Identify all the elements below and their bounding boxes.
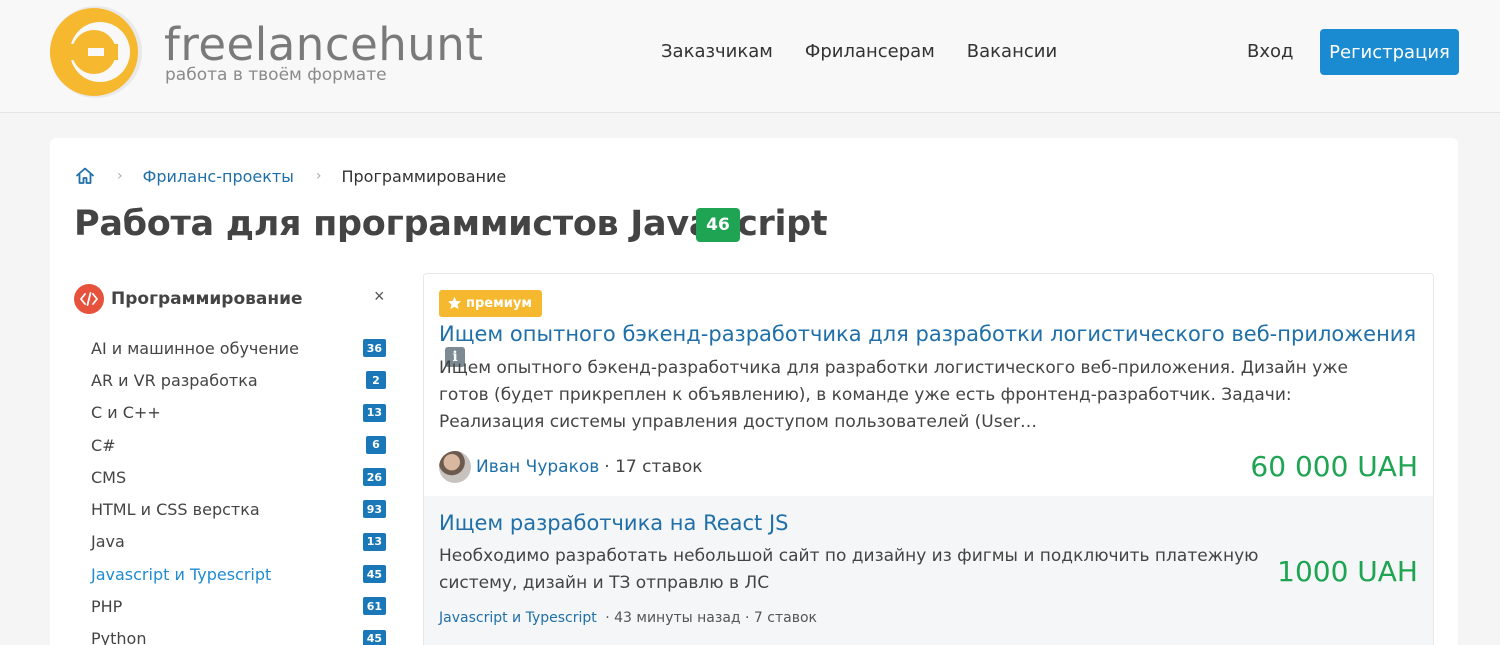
logo-tagline: работа в твоём формате	[165, 65, 387, 85]
avatar[interactable]	[439, 451, 471, 483]
subcategory-count: 93	[362, 500, 386, 519]
subcategory-item: PHP 61	[74, 590, 394, 622]
subcategory-link[interactable]: PHP	[91, 597, 122, 616]
project-author: Иван Чураков · 17 ставок	[439, 451, 703, 483]
project-list: премиум Ищем опытного бэкенд-разработчик…	[423, 273, 1434, 645]
star-icon	[448, 296, 461, 310]
subcategory-link[interactable]: HTML и CSS верстка	[91, 500, 260, 519]
subcategory-item: AI и машинное обучение 36	[74, 332, 394, 364]
category-title: Программирование	[111, 289, 303, 309]
subcategory-count: 45	[362, 629, 386, 645]
subcategory-count: 13	[362, 403, 386, 422]
breadcrumb: › Фриланс-проекты › Программирование	[75, 166, 506, 186]
header: freelancehunt работа в твоём формате Зак…	[0, 0, 1500, 113]
home-icon[interactable]	[75, 166, 95, 186]
project-title[interactable]: Ищем разработчика на React JS	[439, 511, 789, 535]
subcategory-count: 2	[366, 371, 386, 390]
subcategory-count: 13	[362, 532, 386, 551]
category-sidebar: Программирование × AI и машинное обучени…	[74, 284, 394, 645]
project-card: премиум Ищем опытного бэкенд-разработчик…	[424, 274, 1433, 496]
subcategory-count: 36	[362, 339, 386, 357]
subcategory-list: AI и машинное обучение 36 AR и VR разрабо…	[74, 332, 394, 645]
project-price: 60 000 UAH	[1250, 450, 1418, 483]
subcategory-count: 61	[362, 597, 386, 616]
nav-clients[interactable]: Заказчикам	[661, 41, 773, 62]
project-count-badge: 46	[696, 208, 740, 242]
main-card: › Фриланс-проекты › Программирование Раб…	[50, 138, 1458, 645]
premium-label: премиум	[466, 296, 532, 311]
close-icon[interactable]: ×	[374, 286, 385, 307]
logo[interactable]: freelancehunt работа в твоём формате	[48, 4, 483, 104]
subcategory-link[interactable]: Javascript и Typescript	[91, 565, 271, 584]
subcategory-link[interactable]: C и C++	[91, 403, 161, 422]
subcategory-link[interactable]: AI и машинное обучение	[91, 339, 299, 358]
subcategory-link[interactable]: C#	[91, 436, 116, 455]
project-card: Ищем разработчика на React JS Необходимо…	[424, 496, 1433, 645]
subcategory-count: 6	[366, 435, 386, 454]
nav-vacancies[interactable]: Вакансии	[967, 41, 1057, 62]
logo-name: freelancehunt	[164, 18, 484, 71]
main-nav: Заказчикам Фрилансерам Вакансии	[661, 41, 1057, 62]
subcategory-link[interactable]: CMS	[91, 468, 126, 487]
project-price: 1000 UAH	[1277, 555, 1418, 588]
project-description: Ищем опытного бэкенд-разработчика для ра…	[439, 358, 1348, 432]
subcategory-item: Python 45	[74, 623, 394, 645]
subcategory-count: 26	[362, 468, 386, 487]
subcategory-link[interactable]: AR и VR разработка	[91, 371, 258, 390]
login-link[interactable]: Вход	[1247, 41, 1293, 62]
subcategory-item: C# 6	[74, 429, 394, 461]
bids-count: · 17 ставок	[604, 457, 703, 477]
project-category-link[interactable]: Javascript и Typescript	[439, 610, 597, 626]
code-icon	[74, 284, 104, 314]
project-meta: Javascript и Typescript · 43 минуты наза…	[439, 610, 817, 626]
subcategory-count: 45	[362, 565, 386, 584]
subcategory-item-active: Javascript и Typescript 45	[74, 558, 394, 590]
subcategory-item: CMS 26	[74, 461, 394, 493]
premium-badge: премиум	[439, 290, 542, 317]
breadcrumb-current: Программирование	[341, 166, 507, 186]
subcategory-item: Java 13	[74, 526, 394, 558]
project-title-text: Ищем опытного бэкенд-разработчика для ра…	[439, 322, 1417, 346]
logo-icon	[50, 6, 142, 98]
project-meta-info: · 43 минуты назад · 7 ставок	[605, 610, 817, 626]
category-header: Программирование ×	[74, 284, 394, 314]
breadcrumb-separator: ›	[315, 168, 322, 184]
subcategory-item: HTML и CSS верстка 93	[74, 493, 394, 525]
breadcrumb-separator: ›	[117, 168, 123, 184]
subcategory-item: C и C++ 13	[74, 397, 394, 429]
subcategory-link[interactable]: Java	[91, 532, 125, 551]
project-description: Необходимо разработать небольшой сайт по…	[439, 546, 1259, 593]
subcategory-item: AR и VR разработка 2	[74, 364, 394, 396]
subcategory-link[interactable]: Python	[91, 629, 146, 645]
breadcrumb-link-projects[interactable]: Фриланс-проекты	[143, 167, 294, 186]
register-button[interactable]: Регистрация	[1320, 29, 1459, 75]
nav-freelancers[interactable]: Фрилансерам	[805, 41, 935, 62]
author-link[interactable]: Иван Чураков	[476, 457, 599, 477]
